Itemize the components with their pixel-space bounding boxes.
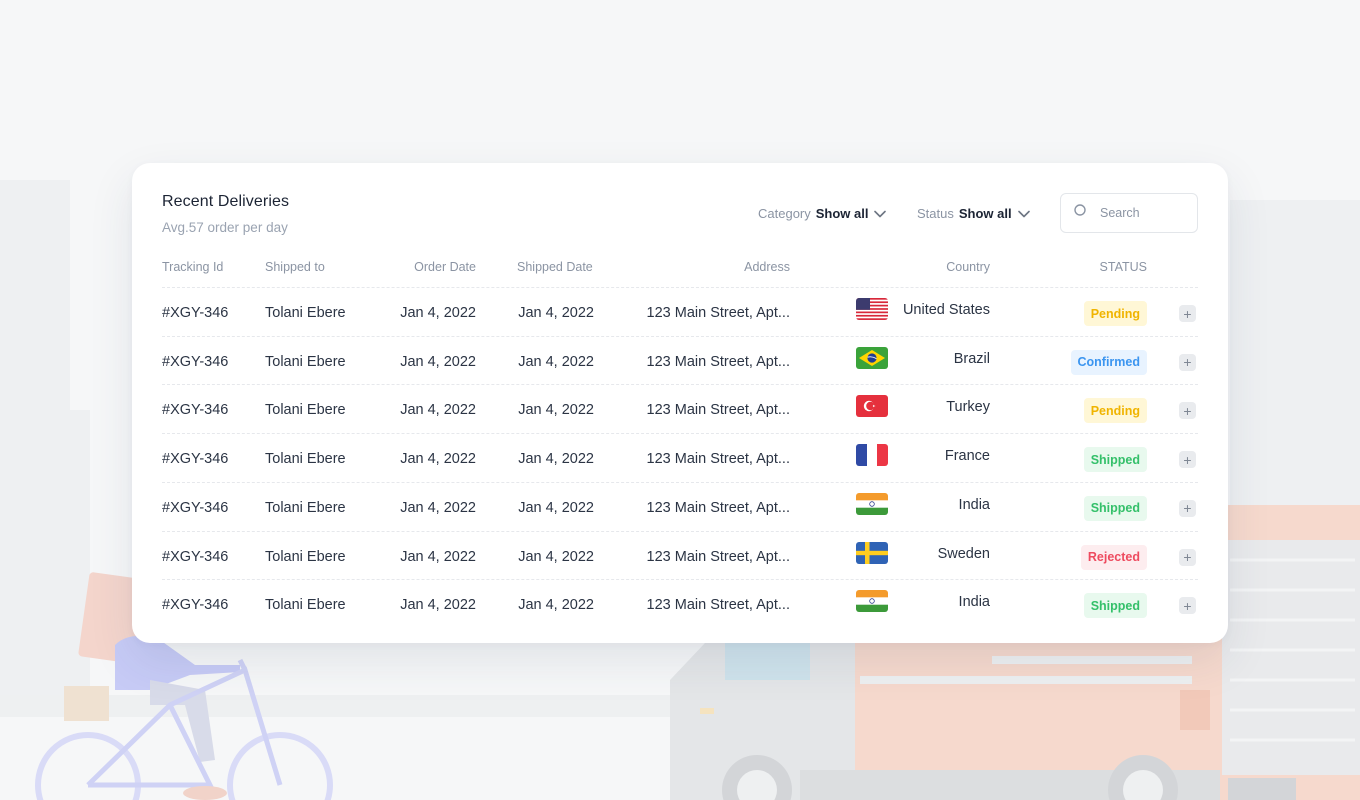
table-row[interactable]: #XGY-346 Tolani Ebere Jan 4, 2022 Jan 4, 20… — [162, 481, 1198, 531]
order-date-cell: Jan 4, 2022 — [400, 402, 476, 419]
table-row[interactable]: #XGY-346 Tolani Ebere Jan 4, 2022 Jan 4, 20… — [162, 384, 1198, 433]
table-row[interactable]: #XGY-346 Tolani Ebere Jan 4, 2022 Jan 4, 20… — [162, 335, 1198, 385]
category-filter-value: Show all — [815, 206, 869, 221]
shipped-to-cell: Tolani Ebere — [265, 451, 346, 468]
column-header-order-date: Order Date — [414, 260, 476, 274]
search-icon — [1074, 204, 1087, 222]
status-filter-label: Status — [917, 206, 954, 221]
status-badge: Shipped — [1083, 447, 1147, 473]
search-input[interactable] — [1100, 206, 1180, 220]
status-badge: Confirmed — [1070, 349, 1147, 375]
column-header-shipped-to: Shipped to — [265, 260, 325, 274]
order-date-cell: Jan 4, 2022 — [400, 597, 476, 614]
tracking-id-cell: #XGY-346 — [162, 402, 229, 419]
shipped-date-cell: Jan 4, 2022 — [518, 548, 594, 565]
table-row[interactable]: #XGY-346 Tolani Ebere Jan 4, 2022 Jan 4, 20… — [162, 433, 1198, 482]
shipped-to-cell: Tolani Ebere — [265, 402, 346, 419]
order-date-cell: Jan 4, 2022 — [400, 353, 476, 370]
tracking-id-cell: #XGY-346 — [162, 548, 229, 565]
flag-fr-icon — [856, 444, 888, 467]
status-badge: Pending — [1083, 301, 1147, 326]
shipped-date-cell: Jan 4, 2022 — [518, 499, 594, 516]
search-box[interactable] — [1060, 193, 1198, 233]
tracking-id-cell: #XGY-346 — [162, 305, 229, 321]
address-cell: 123 Main Street, Apt... — [646, 548, 790, 565]
shipped-date-cell: Jan 4, 2022 — [518, 353, 594, 370]
country-cell: India — [958, 594, 990, 611]
shipped-date-cell: Jan 4, 2022 — [518, 597, 594, 614]
address-cell: 123 Main Street, Apt... — [646, 451, 790, 468]
shipped-to-cell: Tolani Ebere — [265, 548, 346, 565]
address-cell: 123 Main Street, Apt... — [646, 402, 790, 419]
shipped-to-cell: Tolani Ebere — [265, 499, 346, 516]
plus-icon[interactable]: + — [1179, 305, 1196, 322]
address-cell: 123 Main Street, Apt... — [646, 305, 790, 321]
flag-se-icon — [856, 541, 888, 564]
flag-us-icon — [856, 298, 888, 320]
address-cell: 123 Main Street, Apt... — [646, 353, 790, 370]
country-cell: Turkey — [946, 399, 990, 416]
tracking-id-cell: #XGY-346 — [162, 499, 229, 516]
flag-in-icon — [856, 590, 888, 613]
status-filter-value: Show all — [958, 206, 1012, 221]
country-cell: United States — [902, 302, 990, 318]
tracking-id-cell: #XGY-346 — [162, 597, 229, 614]
order-date-cell: Jan 4, 2022 — [400, 499, 476, 516]
plus-icon[interactable]: + — [1179, 499, 1196, 517]
flag-br-icon — [856, 346, 888, 369]
address-cell: 123 Main Street, Apt... — [646, 597, 790, 614]
order-date-cell: Jan 4, 2022 — [400, 305, 476, 321]
flag-tr-icon — [856, 395, 888, 418]
status-badge: Rejected — [1080, 544, 1147, 570]
status-badge: Pending — [1083, 398, 1147, 424]
plus-icon[interactable]: + — [1179, 353, 1196, 371]
category-filter-label: Category — [758, 206, 811, 221]
table-row[interactable]: #XGY-346 Tolani Ebere Jan 4, 2022 Jan 4, 20… — [162, 579, 1198, 628]
order-date-cell: Jan 4, 2022 — [400, 451, 476, 468]
country-cell: India — [958, 496, 990, 513]
table-row[interactable]: #XGY-346 Tolani Ebere Jan 4, 2022 Jan 4, 20… — [162, 287, 1198, 336]
shipped-to-cell: Tolani Ebere — [265, 353, 346, 370]
chevron-down-icon — [873, 206, 887, 221]
tracking-id-cell: #XGY-346 — [162, 353, 229, 370]
shipped-to-cell: Tolani Ebere — [265, 305, 346, 321]
card-title: Recent Deliveries — [162, 193, 290, 210]
shipped-date-cell: Jan 4, 2022 — [518, 305, 594, 321]
country-cell: France — [944, 448, 990, 465]
column-header-status: STATUS — [1099, 260, 1147, 274]
shipped-date-cell: Jan 4, 2022 — [518, 402, 594, 419]
plus-icon[interactable]: + — [1179, 548, 1196, 566]
shipped-to-cell: Tolani Ebere — [265, 597, 346, 614]
flag-in-icon — [856, 492, 888, 515]
order-date-cell: Jan 4, 2022 — [400, 548, 476, 565]
column-header-tracking-id: Tracking Id — [162, 260, 224, 274]
shipped-date-cell: Jan 4, 2022 — [518, 451, 594, 468]
category-filter[interactable]: Category Show all — [758, 206, 887, 221]
plus-icon[interactable]: + — [1179, 451, 1196, 469]
country-cell: Sweden — [937, 545, 990, 562]
status-badge: Shipped — [1083, 495, 1147, 521]
tracking-id-cell: #XGY-346 — [162, 451, 229, 468]
address-cell: 123 Main Street, Apt... — [646, 499, 790, 516]
column-header-address: Address — [744, 260, 790, 274]
status-filter[interactable]: Status Show all — [917, 206, 1030, 221]
column-header-country: Country — [946, 260, 990, 274]
country-cell: Brazil — [953, 350, 990, 367]
plus-icon[interactable]: + — [1179, 402, 1196, 420]
plus-icon[interactable]: + — [1179, 597, 1196, 615]
column-header-shipped-date: Shipped Date — [517, 260, 593, 274]
chevron-down-icon — [1017, 206, 1030, 221]
status-badge: Shipped — [1083, 593, 1147, 619]
card-subtitle: Avg.57 order per day — [162, 220, 288, 235]
table-row[interactable]: #XGY-346 Tolani Ebere Jan 4, 2022 Jan 4, 20… — [162, 530, 1198, 580]
recent-deliveries-card: Recent Deliveries Avg.57 order per day C… — [132, 163, 1228, 643]
